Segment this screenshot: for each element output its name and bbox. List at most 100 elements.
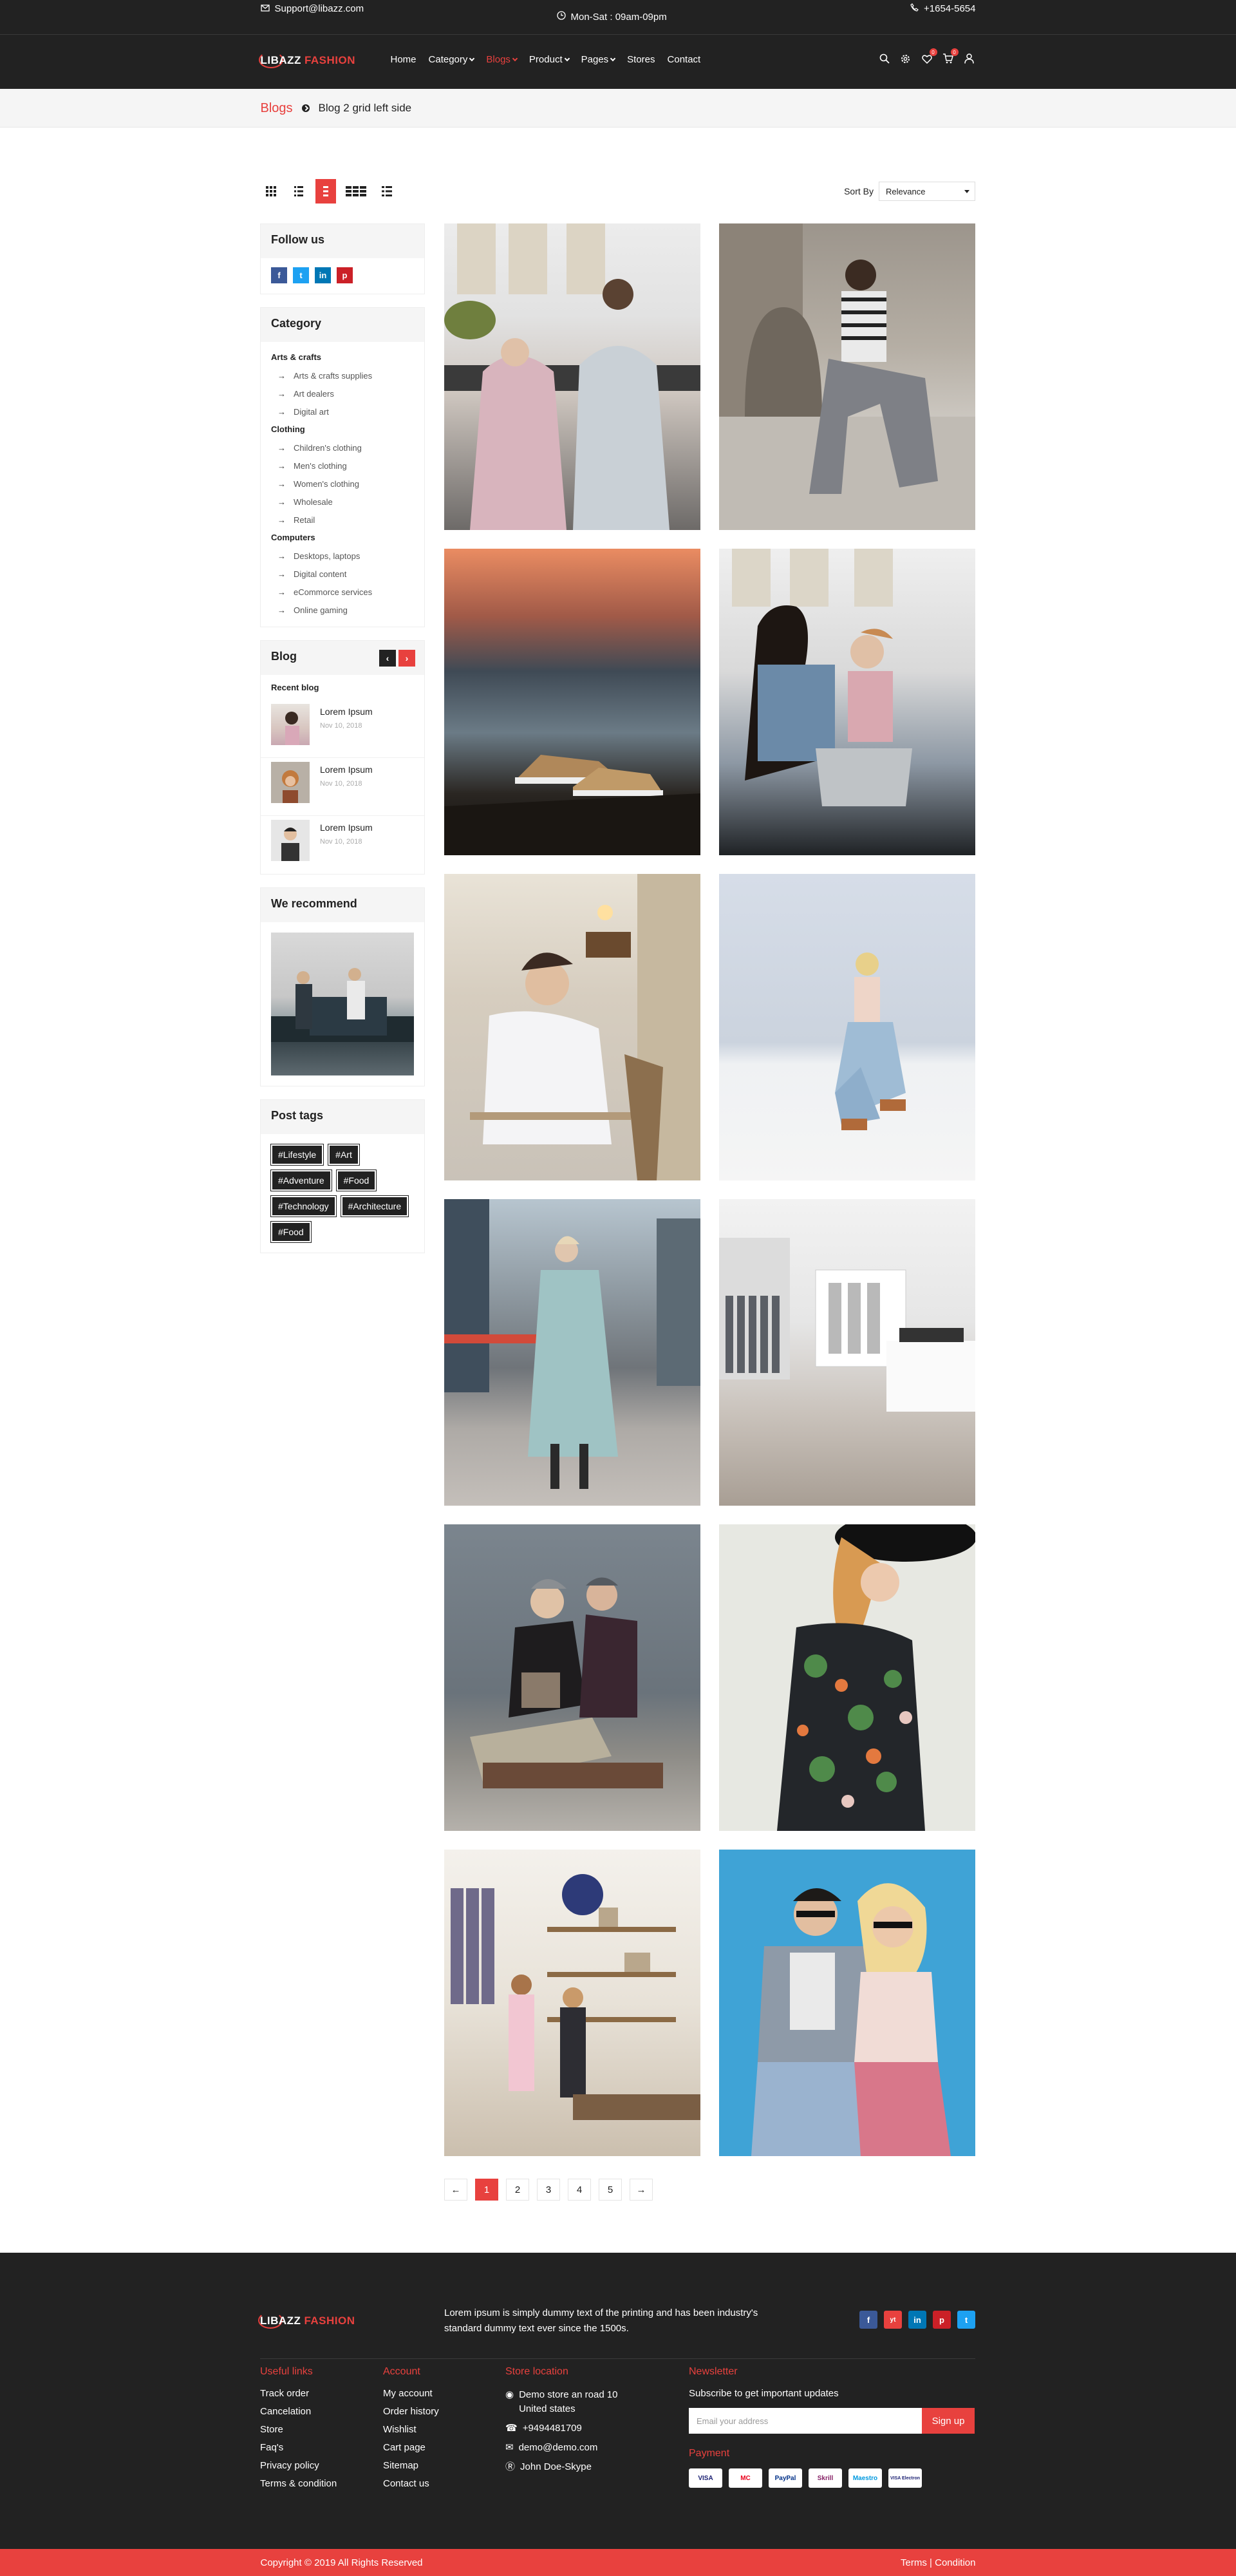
- cart-count-badge: 0: [950, 48, 959, 56]
- page-link[interactable]: 3: [537, 2179, 560, 2201]
- recent-post[interactable]: Lorem Ipsum Nov 10, 2018: [261, 700, 424, 758]
- category-item[interactable]: Digital art: [271, 402, 414, 421]
- wishlist-count-badge: 0: [929, 48, 937, 56]
- blog-post-card[interactable]: woman-floral-dress-hat: [719, 1524, 975, 1831]
- footer-link[interactable]: Sitemap: [383, 2460, 439, 2478]
- sort-select[interactable]: Relevance: [879, 182, 975, 201]
- grid-2-view-icon[interactable]: [315, 179, 336, 204]
- page-link[interactable]: 4: [568, 2179, 591, 2201]
- gear-icon[interactable]: [899, 52, 912, 65]
- tag-link[interactable]: #Art: [328, 1144, 360, 1166]
- page-link[interactable]: 2: [506, 2179, 529, 2201]
- prev-page-button[interactable]: ←: [444, 2179, 467, 2201]
- category-item[interactable]: Arts & crafts supplies: [271, 366, 414, 384]
- category-item[interactable]: Online gaming: [271, 601, 414, 619]
- tag-link[interactable]: #Architecture: [340, 1195, 409, 1217]
- blog-post-card[interactable]: sneakers-on-rock-sunset: [444, 549, 700, 855]
- nav-blogs[interactable]: Blogs: [486, 54, 518, 65]
- chevron-left-icon[interactable]: ‹: [379, 650, 396, 667]
- category-group[interactable]: Clothing: [271, 424, 414, 439]
- category-item[interactable]: eCommorce services: [271, 583, 414, 601]
- blog-post-card[interactable]: clothing-store-interior: [719, 1199, 975, 1506]
- newsletter-email-input[interactable]: Email your address: [689, 2408, 922, 2434]
- blog-post-card[interactable]: mother-daughter-cooking: [719, 549, 975, 855]
- facebook-icon[interactable]: f: [859, 2311, 877, 2329]
- blog-post-card[interactable]: man-in-cafe: [444, 874, 700, 1180]
- facebook-icon[interactable]: f: [271, 267, 287, 283]
- tag-link[interactable]: #Technology: [270, 1195, 337, 1217]
- nav-pages[interactable]: Pages: [581, 54, 616, 65]
- chevron-right-icon: [301, 104, 310, 112]
- blog-post-card[interactable]: woman-kneeling-salt-flat: [719, 874, 975, 1180]
- twitter-icon[interactable]: t: [293, 267, 309, 283]
- grid-3-view-icon[interactable]: [342, 179, 370, 204]
- breadcrumb-root-link[interactable]: Blogs: [261, 101, 293, 116]
- detail-list-view-icon[interactable]: [376, 179, 398, 204]
- footer-link[interactable]: Cancelation: [260, 2406, 337, 2424]
- category-item[interactable]: Art dealers: [271, 384, 414, 402]
- footer-link[interactable]: Wishlist: [383, 2424, 439, 2442]
- linkedin-icon[interactable]: in: [315, 267, 331, 283]
- tag-link[interactable]: #Food: [335, 1170, 377, 1191]
- category-item[interactable]: Digital content: [271, 565, 414, 583]
- category-group[interactable]: Computers: [271, 533, 414, 547]
- footer-link[interactable]: Track order: [260, 2388, 337, 2406]
- pinterest-icon[interactable]: p: [933, 2311, 951, 2329]
- tag-link[interactable]: #Adventure: [270, 1170, 332, 1191]
- category-item[interactable]: Men's clothing: [271, 457, 414, 475]
- footer-link[interactable]: Privacy policy: [260, 2460, 337, 2478]
- blog-post-card[interactable]: couple-with-blankets-kitchen: [444, 223, 700, 530]
- blog-post-card[interactable]: couple-on-bench: [444, 1524, 700, 1831]
- search-icon[interactable]: [878, 52, 891, 65]
- recent-post[interactable]: Lorem Ipsum Nov 10, 2018: [261, 758, 424, 816]
- footer-logo[interactable]: LIBAZZ FASHION: [258, 2312, 355, 2329]
- blog-post-card[interactable]: couple-sunglasses-blue: [719, 1850, 975, 2156]
- blog-post-card[interactable]: woman-sitting-on-steps: [719, 223, 975, 530]
- grid-4-view-icon[interactable]: [260, 179, 282, 204]
- next-page-button[interactable]: →: [630, 2179, 653, 2201]
- widget-title: We recommend: [261, 888, 424, 922]
- footer-link[interactable]: My account: [383, 2388, 439, 2406]
- wishlist-heart-icon[interactable]: 0: [921, 48, 937, 65]
- site-logo[interactable]: LIBAZZ FASHION: [258, 52, 356, 68]
- footer-link[interactable]: Terms & condition: [260, 2478, 337, 2496]
- category-item[interactable]: Children's clothing: [271, 439, 414, 457]
- linkedin-icon[interactable]: in: [908, 2311, 926, 2329]
- page-link[interactable]: 5: [599, 2179, 622, 2201]
- chevron-right-icon[interactable]: ›: [398, 650, 415, 667]
- nav-category[interactable]: Category: [429, 54, 475, 65]
- nav-contact[interactable]: Contact: [668, 54, 701, 65]
- nav-home[interactable]: Home: [391, 54, 417, 65]
- blog-post-card[interactable]: women-shopping-boutique: [444, 1850, 700, 2156]
- recommend-image[interactable]: [271, 933, 414, 1075]
- category-item[interactable]: Desktops, laptops: [271, 547, 414, 565]
- blog-post-card[interactable]: woman-walking-street: [444, 1199, 700, 1506]
- footer-link[interactable]: Store: [260, 2424, 337, 2442]
- page-link[interactable]: 1: [475, 2179, 498, 2201]
- pinterest-icon[interactable]: p: [337, 267, 353, 283]
- nav-stores[interactable]: Stores: [627, 54, 655, 65]
- footer-link[interactable]: Cart page: [383, 2442, 439, 2460]
- recent-post[interactable]: Lorem Ipsum Nov 10, 2018: [261, 816, 424, 874]
- tag-link[interactable]: #Food: [270, 1221, 312, 1243]
- category-group[interactable]: Arts & crafts: [271, 352, 414, 366]
- youtube-icon[interactable]: yt: [884, 2311, 902, 2329]
- terms-link[interactable]: Terms | Condition: [901, 2557, 975, 2568]
- support-email[interactable]: Support@libazz.com: [260, 3, 364, 14]
- category-item[interactable]: Wholesale: [271, 493, 414, 511]
- mail-icon: ✉: [505, 2442, 514, 2453]
- footer-link[interactable]: Faq's: [260, 2442, 337, 2460]
- footer-link[interactable]: Order history: [383, 2406, 439, 2424]
- user-icon[interactable]: [963, 52, 976, 65]
- tag-link[interactable]: #Lifestyle: [270, 1144, 324, 1166]
- list-view-icon[interactable]: [288, 179, 310, 204]
- twitter-icon[interactable]: t: [957, 2311, 975, 2329]
- nav-product[interactable]: Product: [529, 54, 570, 65]
- category-item[interactable]: Women's clothing: [271, 475, 414, 493]
- footer-link[interactable]: Contact us: [383, 2478, 439, 2496]
- cart-icon[interactable]: 0: [942, 48, 959, 65]
- support-phone[interactable]: +1654-5654: [910, 3, 976, 14]
- recent-blog-label: Recent blog: [271, 683, 319, 692]
- signup-button[interactable]: Sign up: [922, 2408, 975, 2434]
- category-item[interactable]: Retail: [271, 511, 414, 529]
